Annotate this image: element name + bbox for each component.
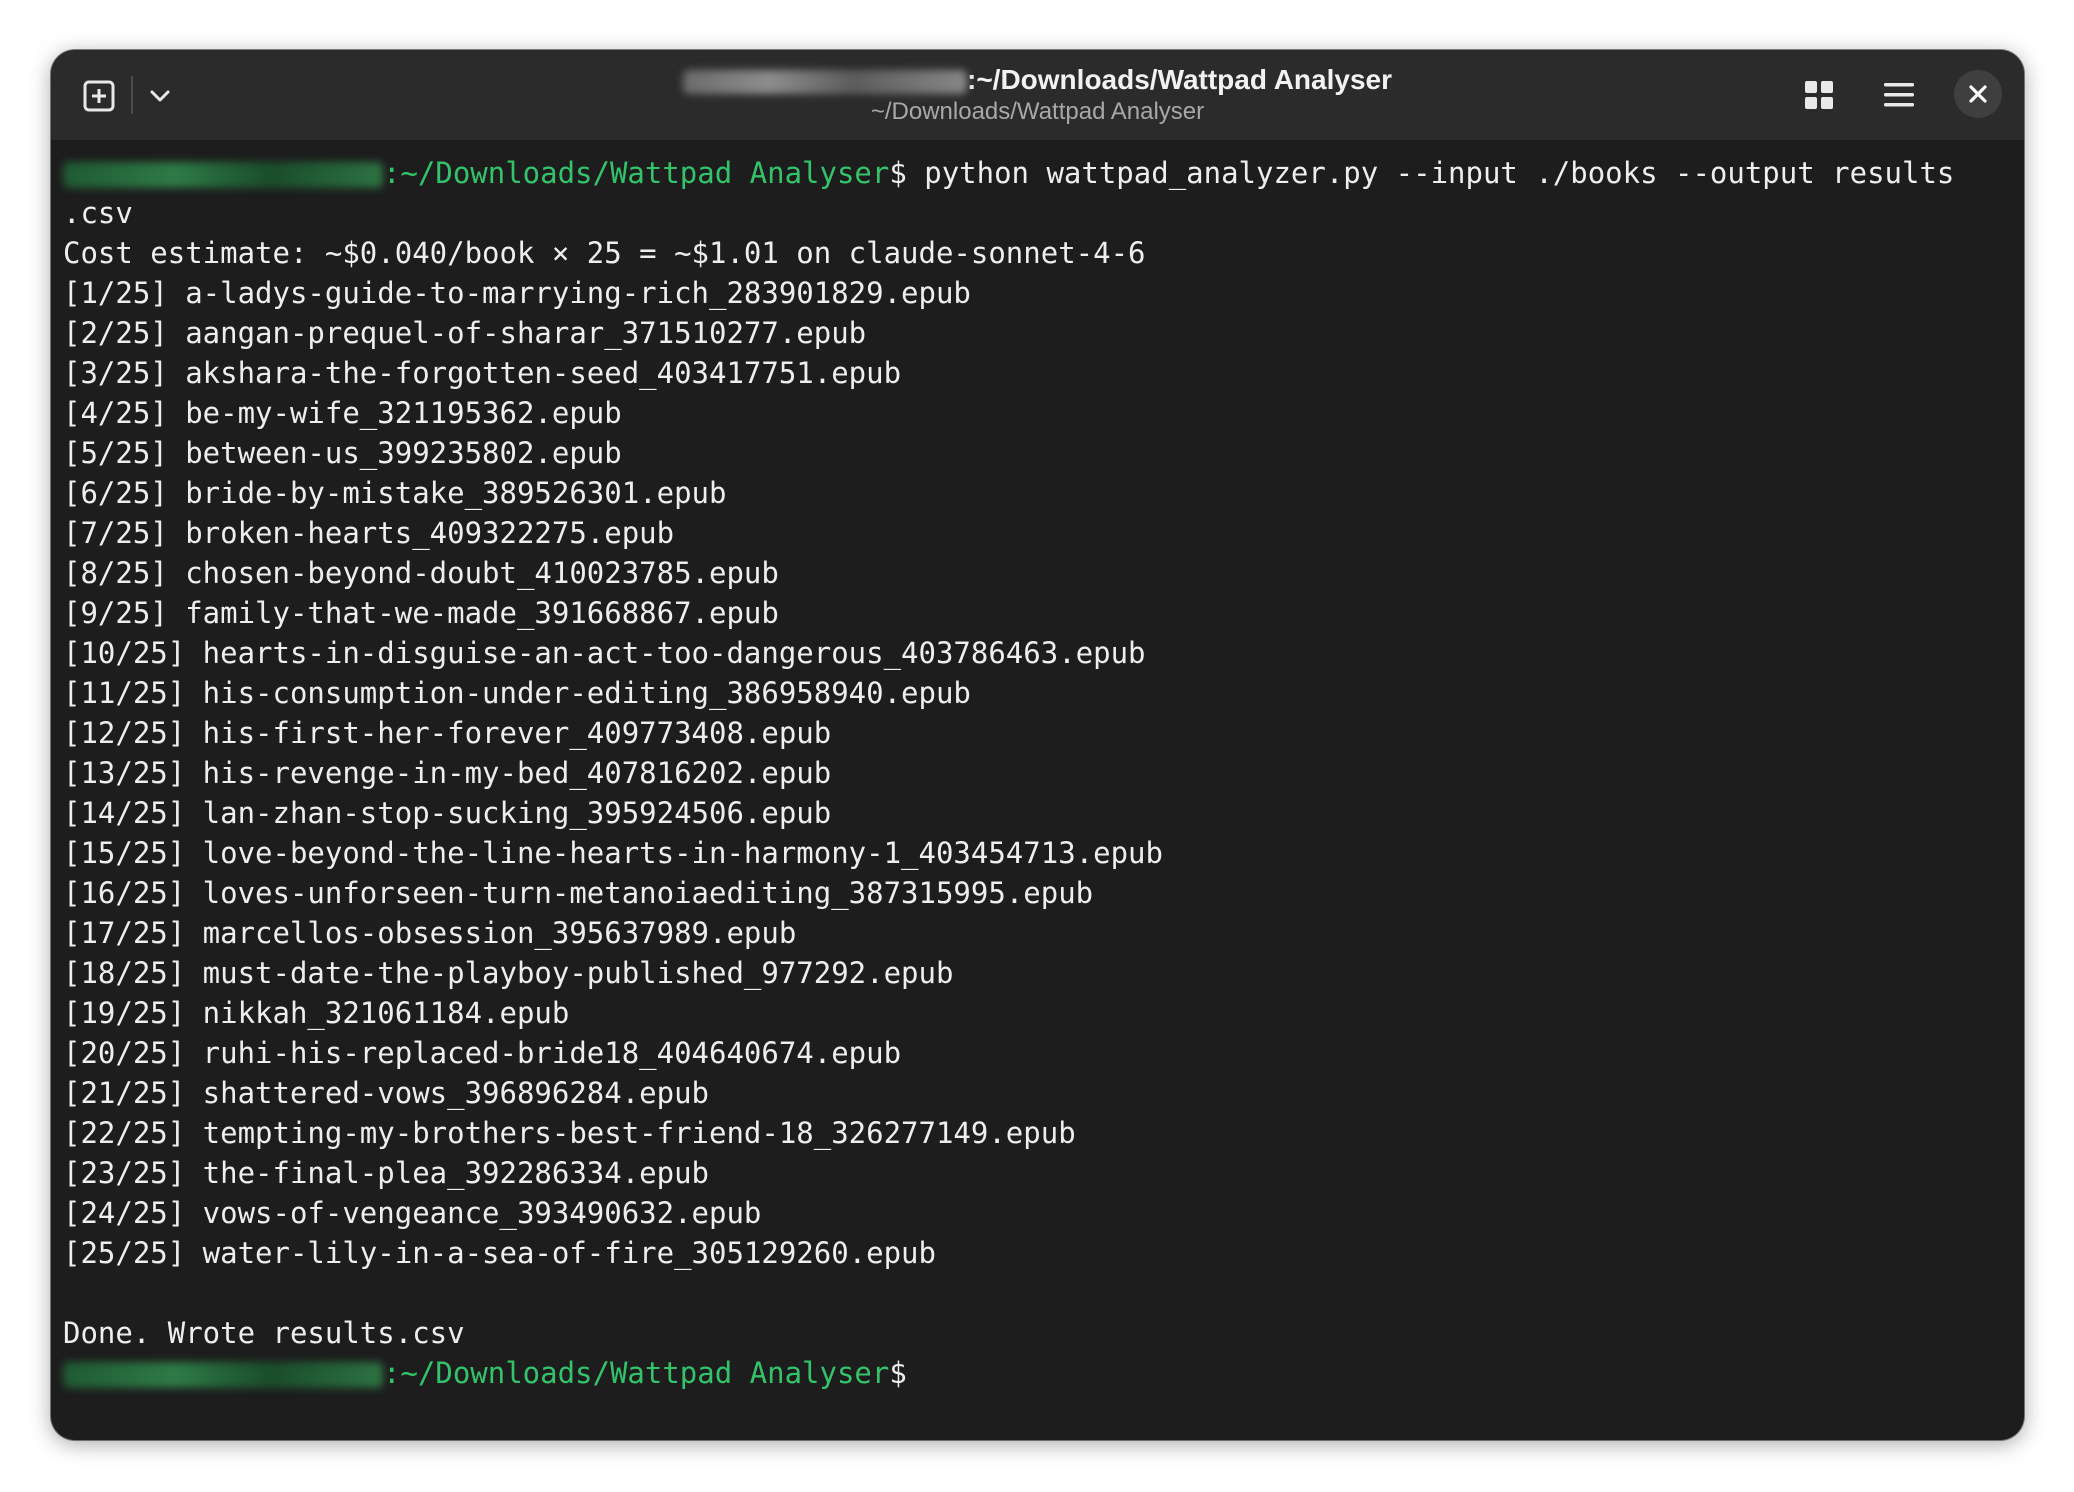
window-title-path: :~/Downloads/Wattpad Analyser bbox=[967, 64, 1392, 95]
progress-line: [5/25] between-us_399235802.epub bbox=[63, 436, 622, 470]
window-title: :~/Downloads/Wattpad Analyser bbox=[351, 62, 1724, 98]
progress-line: [9/25] family-that-we-made_391668867.epu… bbox=[63, 596, 779, 630]
progress-line: [19/25] nikkah_321061184.epub bbox=[63, 996, 570, 1030]
command-text: python wattpad_analyzer.py --input ./boo… bbox=[906, 156, 1955, 190]
progress-line: [3/25] akshara-the-forgotten-seed_403417… bbox=[63, 356, 902, 390]
titlebar-separator bbox=[131, 76, 133, 114]
progress-line: [18/25] must-date-the-playboy-published_… bbox=[63, 956, 954, 990]
prompt-path: :~/Downloads/Wattpad Analyser bbox=[383, 1356, 890, 1390]
command-wrap-line: .csv bbox=[63, 196, 133, 230]
new-tab-button[interactable] bbox=[71, 71, 127, 121]
new-tab-dropdown-button[interactable] bbox=[135, 71, 185, 121]
terminal-output[interactable]: :~/Downloads/Wattpad Analyser$ python wa… bbox=[63, 153, 2013, 1393]
progress-line: [6/25] bride-by-mistake_389526301.epub bbox=[63, 476, 727, 510]
window-title-area: :~/Downloads/Wattpad Analyser ~/Download… bbox=[351, 62, 1724, 126]
redacted-prompt-user bbox=[63, 162, 383, 188]
terminal-window: :~/Downloads/Wattpad Analyser ~/Download… bbox=[51, 50, 2024, 1440]
prompt-symbol: $ bbox=[889, 156, 907, 190]
progress-line: [1/25] a-ladys-guide-to-marrying-rich_28… bbox=[63, 276, 971, 310]
progress-line: [22/25] tempting-my-brothers-best-friend… bbox=[63, 1116, 1076, 1150]
prompt-symbol: $ bbox=[889, 1356, 907, 1390]
progress-line: [4/25] be-my-wife_321195362.epub bbox=[63, 396, 622, 430]
cost-estimate-line: Cost estimate: ~$0.040/book × 25 = ~$1.0… bbox=[63, 236, 1146, 270]
titlebar: :~/Downloads/Wattpad Analyser ~/Download… bbox=[51, 50, 2024, 140]
progress-line: [7/25] broken-hearts_409322275.epub bbox=[63, 516, 675, 550]
prompt-path: :~/Downloads/Wattpad Analyser bbox=[383, 156, 890, 190]
progress-line: [10/25] hearts-in-disguise-an-act-too-da… bbox=[63, 636, 1146, 670]
window-subtitle: ~/Downloads/Wattpad Analyser bbox=[870, 98, 1205, 125]
progress-line: [16/25] loves-unforseen-turn-metanoiaedi… bbox=[63, 876, 1094, 910]
hamburger-menu-icon bbox=[1884, 83, 1914, 107]
command-line: :~/Downloads/Wattpad Analyser$ python wa… bbox=[63, 153, 2013, 193]
progress-line: [20/25] ruhi-his-replaced-bride18_404640… bbox=[63, 1036, 902, 1070]
redacted-prompt-user bbox=[63, 1362, 383, 1388]
overview-button[interactable] bbox=[1793, 69, 1845, 121]
prompt-line: :~/Downloads/Wattpad Analyser$ bbox=[63, 1353, 2013, 1393]
progress-line: [8/25] chosen-beyond-doubt_410023785.epu… bbox=[63, 556, 779, 590]
progress-line: [13/25] his-revenge-in-my-bed_407816202.… bbox=[63, 756, 832, 790]
grid-view-icon bbox=[1805, 81, 1833, 109]
redacted-user-host bbox=[683, 69, 967, 94]
progress-line: [17/25] marcellos-obsession_395637989.ep… bbox=[63, 916, 797, 950]
done-line: Done. Wrote results.csv bbox=[63, 1316, 465, 1350]
progress-line: [14/25] lan-zhan-stop-sucking_395924506.… bbox=[63, 796, 832, 830]
main-menu-button[interactable] bbox=[1873, 69, 1925, 121]
progress-line: [24/25] vows-of-vengeance_393490632.epub bbox=[63, 1196, 762, 1230]
new-tab-icon bbox=[83, 80, 115, 112]
chevron-down-icon bbox=[150, 90, 170, 102]
progress-line: [12/25] his-first-her-forever_409773408.… bbox=[63, 716, 832, 750]
close-icon bbox=[1969, 85, 1987, 103]
progress-line: [15/25] love-beyond-the-line-hearts-in-h… bbox=[63, 836, 1163, 870]
progress-line: [11/25] his-consumption-under-editing_38… bbox=[63, 676, 971, 710]
progress-line: [23/25] the-final-plea_392286334.epub bbox=[63, 1156, 710, 1190]
progress-line: [21/25] shattered-vows_396896284.epub bbox=[63, 1076, 710, 1110]
progress-line: [2/25] aangan-prequel-of-sharar_37151027… bbox=[63, 316, 867, 350]
close-button[interactable] bbox=[1954, 70, 2002, 118]
progress-line: [25/25] water-lily-in-a-sea-of-fire_3051… bbox=[63, 1236, 936, 1270]
